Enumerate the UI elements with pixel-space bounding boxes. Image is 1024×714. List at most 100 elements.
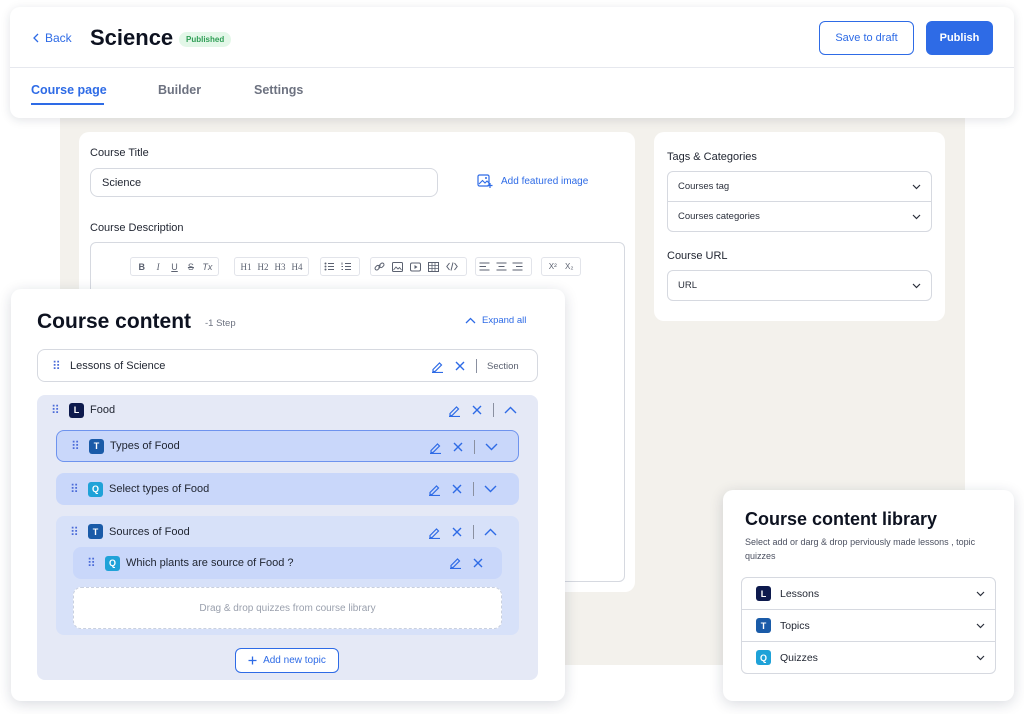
chevron-down-icon [912, 283, 921, 289]
expand-chevron-down-icon[interactable] [484, 485, 497, 493]
clear-format-button[interactable]: Tx [200, 262, 215, 272]
courses-tag-label: Courses tag [678, 181, 730, 192]
align-center-icon[interactable] [496, 262, 512, 271]
course-content-title: Course content [37, 310, 192, 333]
library-item-lessons[interactable]: L Lessons [741, 577, 996, 610]
toolbar-align-group [475, 257, 532, 276]
close-icon[interactable] [472, 557, 484, 569]
tags-categories-card: Tags & Categories Courses tag Courses ca… [654, 132, 945, 321]
drag-handle-icon[interactable]: ⠿ [52, 360, 64, 372]
lesson-container: ⠿ L Food ⠿ T Types of Food ⠿ Q Select ty… [37, 395, 538, 680]
edit-pencil-icon[interactable] [448, 404, 461, 417]
topic-row[interactable]: ⠿ T Types of Food [56, 430, 519, 462]
tab-builder[interactable]: Builder [158, 83, 201, 97]
expand-all-button[interactable]: Expand all [465, 315, 526, 326]
image-icon[interactable] [392, 261, 409, 272]
edit-pencil-icon[interactable] [429, 441, 442, 454]
bold-button[interactable]: B [134, 262, 149, 272]
heading2-button[interactable]: H2 [255, 262, 271, 272]
publish-button[interactable]: Publish [926, 21, 993, 55]
close-icon[interactable] [451, 483, 463, 495]
divider [474, 440, 475, 454]
subscript-button[interactable]: X₂ [562, 262, 578, 271]
heading4-button[interactable]: H4 [289, 262, 305, 272]
lesson-type-icon: L [756, 586, 771, 601]
add-featured-image-button[interactable]: Add featured image [477, 174, 588, 189]
drag-handle-icon[interactable]: ⠿ [70, 483, 82, 495]
quiz-type-icon: Q [88, 481, 103, 497]
topic-type-icon: T [756, 618, 771, 633]
topic-row[interactable]: ⠿ Q Select types of Food [56, 473, 519, 505]
code-icon[interactable] [446, 262, 463, 271]
step-count: -1 Step [205, 318, 236, 329]
courses-categories-select[interactable]: Courses categories [667, 201, 932, 232]
chevron-down-icon [912, 214, 921, 220]
course-content-card: Course content -1 Step Expand all ⠿ Less… [11, 289, 565, 701]
section-row[interactable]: ⠿ Lessons of Science Section [37, 349, 538, 382]
chevron-left-icon [32, 33, 40, 43]
align-right-icon[interactable] [512, 262, 528, 271]
featured-image-label: Add featured image [501, 176, 589, 187]
heading1-button[interactable]: H1 [238, 262, 254, 272]
add-new-topic-button[interactable]: Add new topic [235, 648, 339, 673]
library-item-topics[interactable]: T Topics [741, 609, 996, 642]
topic-type-icon: T [88, 524, 103, 539]
edit-pencil-icon[interactable] [431, 360, 444, 373]
toolbar-format-group: B I U S Tx [130, 257, 219, 276]
course-title-value: Science [102, 176, 142, 189]
status-badge: Published [179, 32, 232, 47]
expand-chevron-down-icon[interactable] [485, 443, 498, 451]
edit-pencil-icon[interactable] [428, 526, 441, 539]
bulleted-list-icon[interactable] [324, 262, 340, 271]
close-icon[interactable] [451, 526, 463, 538]
numbered-list-icon[interactable] [341, 262, 357, 271]
align-left-icon[interactable] [479, 262, 495, 271]
tab-course-page[interactable]: Course page [31, 83, 107, 97]
content-library-card: Course content library Select add or dar… [723, 490, 1014, 701]
course-url-select[interactable]: URL [667, 270, 932, 301]
expand-all-label: Expand all [482, 315, 527, 326]
strikethrough-button[interactable]: S [183, 262, 198, 272]
library-subtitle: Select add or darg & drop perviously mad… [745, 537, 976, 561]
divider [473, 482, 474, 496]
drag-handle-icon[interactable]: ⠿ [51, 404, 63, 416]
drag-handle-icon[interactable]: ⠿ [70, 526, 82, 538]
back-link[interactable]: Back [32, 31, 72, 45]
table-icon[interactable] [428, 261, 445, 272]
lesson-row[interactable]: ⠿ L Food [37, 395, 538, 425]
topic-title: Sources of Food [109, 525, 190, 538]
heading3-button[interactable]: H3 [272, 262, 288, 272]
tab-settings[interactable]: Settings [254, 83, 303, 97]
topic-row[interactable]: ⠿ T Sources of Food [56, 516, 519, 547]
library-item-quizzes[interactable]: Q Quizzes [741, 641, 996, 674]
courses-tag-select[interactable]: Courses tag [667, 171, 932, 202]
edit-pencil-icon[interactable] [449, 556, 462, 569]
superscript-button[interactable]: X² [545, 262, 561, 271]
collapse-chevron-up-icon[interactable] [504, 406, 517, 414]
course-title-input[interactable]: Science [90, 168, 438, 197]
quiz-row[interactable]: ⠿ Q Which plants are source of Food ? [73, 547, 502, 579]
topic-type-icon: T [89, 438, 104, 454]
quiz-drop-zone[interactable]: Drag & drop quizzes from course library [73, 587, 502, 629]
toolbar-list-group [320, 257, 360, 276]
chevron-down-icon [976, 623, 985, 629]
underline-button[interactable]: U [167, 262, 182, 272]
divider [473, 525, 474, 539]
chevron-up-icon [465, 317, 476, 324]
drag-handle-icon[interactable]: ⠿ [71, 440, 83, 452]
tags-categories-label: Tags & Categories [667, 151, 757, 163]
collapse-chevron-up-icon[interactable] [484, 528, 497, 536]
video-icon[interactable] [410, 262, 427, 272]
italic-button[interactable]: I [150, 262, 165, 272]
edit-pencil-icon[interactable] [428, 483, 441, 496]
drag-handle-icon[interactable]: ⠿ [87, 557, 99, 569]
close-icon[interactable] [471, 404, 483, 416]
close-icon[interactable] [454, 360, 466, 372]
course-title-label: Course Title [90, 147, 149, 159]
library-item-label: Quizzes [780, 651, 818, 664]
link-icon[interactable] [374, 261, 391, 272]
close-icon[interactable] [452, 441, 464, 453]
save-draft-button[interactable]: Save to draft [819, 21, 914, 55]
quiz-type-icon: Q [756, 650, 771, 665]
library-item-label: Lessons [780, 587, 820, 600]
